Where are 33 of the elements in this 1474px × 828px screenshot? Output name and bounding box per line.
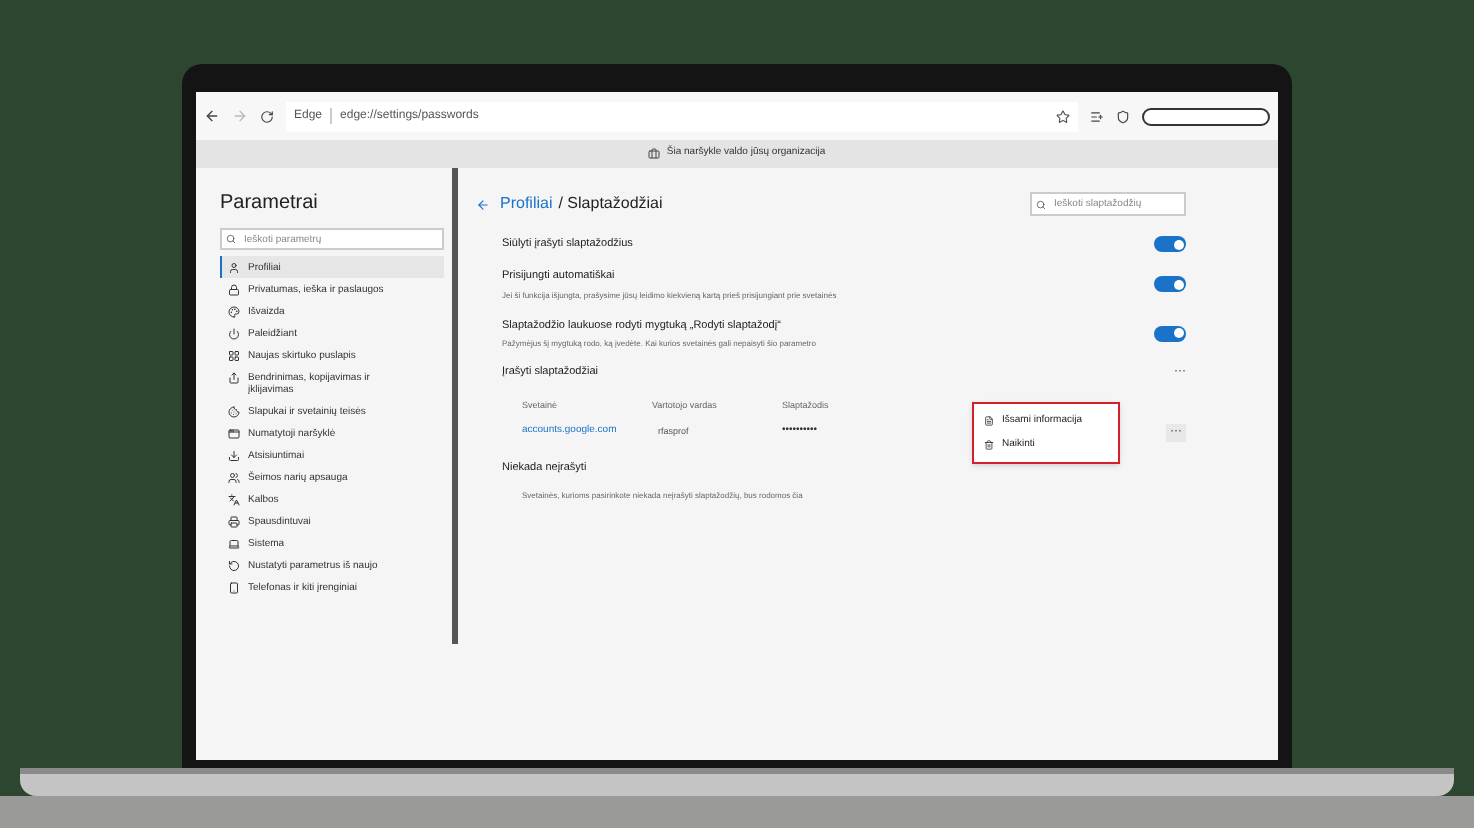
power-icon <box>228 327 240 339</box>
phone-icon <box>228 581 240 593</box>
page-title: / Slaptažodžiai <box>558 192 663 216</box>
favorite-star-icon[interactable] <box>1056 109 1070 123</box>
profile-button[interactable] <box>1142 107 1270 125</box>
search-icon <box>226 234 236 244</box>
language-icon <box>228 493 240 505</box>
reset-icon <box>228 559 240 571</box>
laptop-icon <box>228 537 240 549</box>
briefcase-icon <box>648 148 661 160</box>
trash-icon <box>984 440 994 451</box>
document-icon <box>984 415 994 426</box>
lock-icon <box>228 283 240 295</box>
grid-icon <box>228 349 240 361</box>
cookie-icon <box>228 405 240 417</box>
printer-icon <box>228 515 240 527</box>
back-arrow-icon[interactable] <box>476 197 490 211</box>
back-icon[interactable] <box>204 108 220 124</box>
toggle-switch[interactable] <box>1154 236 1186 253</box>
refresh-icon[interactable] <box>260 109 274 123</box>
window-icon <box>228 427 240 439</box>
download-icon <box>228 449 240 461</box>
toggle-switch[interactable] <box>1154 325 1186 342</box>
breadcrumb-link[interactable]: Profiliai <box>500 192 553 216</box>
palette-icon <box>228 305 240 317</box>
search-icon <box>1036 199 1046 209</box>
collections-icon[interactable] <box>1116 109 1130 123</box>
favorites-icon[interactable] <box>1090 109 1104 123</box>
person-icon <box>228 261 240 273</box>
sidebar-title: Parametrai <box>220 190 320 218</box>
toggle-switch[interactable] <box>1154 276 1186 293</box>
people-icon <box>228 471 240 483</box>
share-icon <box>228 371 240 383</box>
